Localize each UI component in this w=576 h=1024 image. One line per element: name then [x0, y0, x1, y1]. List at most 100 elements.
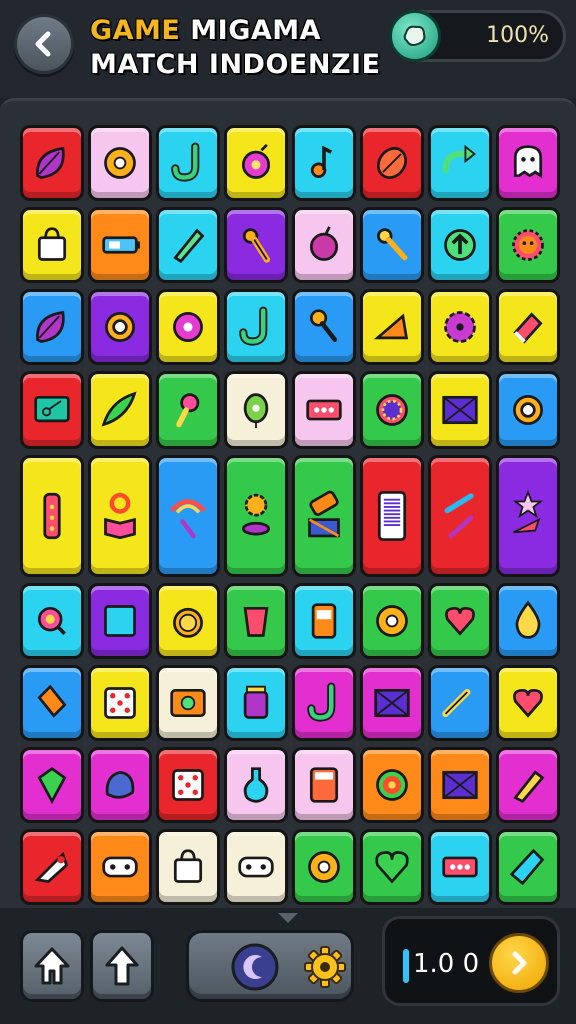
tile[interactable]	[496, 747, 560, 823]
next-button[interactable]	[489, 933, 549, 993]
shuffle-button[interactable]	[229, 941, 281, 993]
tile[interactable]	[496, 455, 560, 577]
gear-icon	[304, 946, 346, 988]
dice-icon	[104, 687, 136, 719]
tile[interactable]	[496, 125, 560, 201]
tile[interactable]	[156, 665, 220, 741]
tile[interactable]	[360, 665, 424, 741]
rainbow-icon	[170, 499, 206, 539]
tile[interactable]	[428, 207, 492, 283]
tile[interactable]	[292, 583, 356, 659]
tile[interactable]	[360, 289, 424, 365]
seed-icon	[376, 147, 408, 179]
tile[interactable]	[224, 829, 288, 905]
apple-icon	[309, 226, 339, 261]
back-button[interactable]	[14, 14, 74, 74]
tile[interactable]	[224, 747, 288, 823]
tile[interactable]	[156, 455, 220, 577]
tile[interactable]	[428, 455, 492, 577]
tile[interactable]	[20, 207, 84, 283]
tape-icon	[442, 856, 478, 878]
tile[interactable]	[156, 583, 220, 659]
tile[interactable]	[20, 371, 84, 449]
tile[interactable]	[292, 289, 356, 365]
coin-icon	[389, 10, 441, 62]
tile[interactable]	[20, 829, 84, 905]
envelope-icon	[442, 770, 478, 800]
up-button[interactable]	[90, 930, 154, 1002]
tile[interactable]	[88, 207, 152, 283]
pin-icon	[377, 228, 408, 261]
radio-icon	[311, 603, 337, 639]
note-icon	[310, 145, 333, 178]
brush-icon	[176, 393, 200, 428]
tile[interactable]	[224, 125, 288, 201]
ring-icon	[105, 312, 135, 342]
tile[interactable]	[428, 125, 492, 201]
tile[interactable]	[360, 125, 424, 201]
tile[interactable]	[224, 371, 288, 449]
tile[interactable]	[88, 371, 152, 449]
tile[interactable]	[360, 747, 424, 823]
tile[interactable]	[360, 371, 424, 449]
tile[interactable]	[224, 583, 288, 659]
tile[interactable]	[360, 583, 424, 659]
score-cursor	[403, 949, 409, 983]
tile[interactable]	[496, 289, 560, 365]
tile[interactable]	[224, 289, 288, 365]
tile[interactable]	[88, 455, 152, 577]
subtitle: MATCH INDOENZIE	[90, 49, 381, 80]
tile[interactable]	[292, 455, 356, 577]
tile[interactable]	[496, 583, 560, 659]
tile[interactable]	[20, 583, 84, 659]
tile[interactable]	[292, 125, 356, 201]
tile[interactable]	[88, 125, 152, 201]
jar-icon	[243, 685, 269, 719]
expand-caret-icon[interactable]	[278, 913, 298, 923]
tile[interactable]	[20, 747, 84, 823]
tile[interactable]	[20, 455, 84, 577]
tile[interactable]	[360, 829, 424, 905]
tile[interactable]	[156, 289, 220, 365]
tile[interactable]	[20, 125, 84, 201]
tile[interactable]	[88, 747, 152, 823]
tile[interactable]	[428, 829, 492, 905]
tile[interactable]	[224, 207, 288, 283]
tile[interactable]	[360, 207, 424, 283]
tile[interactable]	[20, 665, 84, 741]
tile[interactable]	[156, 125, 220, 201]
tile[interactable]	[156, 747, 220, 823]
tile[interactable]	[292, 207, 356, 283]
tile[interactable]	[428, 583, 492, 659]
tile[interactable]	[224, 455, 288, 577]
star-icon	[512, 489, 544, 534]
tile[interactable]	[156, 371, 220, 449]
tile[interactable]	[360, 455, 424, 577]
tile[interactable]	[428, 665, 492, 741]
box-icon	[373, 313, 409, 340]
home-button[interactable]	[20, 930, 84, 1002]
tile[interactable]	[428, 371, 492, 449]
tile[interactable]	[428, 289, 492, 365]
tile[interactable]	[88, 665, 152, 741]
tile[interactable]	[292, 371, 356, 449]
tile[interactable]	[88, 583, 152, 659]
tile[interactable]	[292, 829, 356, 905]
tile[interactable]	[428, 747, 492, 823]
tile[interactable]	[156, 207, 220, 283]
tile[interactable]	[88, 289, 152, 365]
heart-bubble-icon	[513, 688, 543, 718]
tile[interactable]	[292, 665, 356, 741]
heart-icon	[375, 851, 409, 884]
tile[interactable]	[20, 289, 84, 365]
tile[interactable]	[156, 829, 220, 905]
tile[interactable]	[224, 665, 288, 741]
tile[interactable]	[496, 829, 560, 905]
tile[interactable]	[292, 747, 356, 823]
tile[interactable]	[496, 665, 560, 741]
flask-icon	[243, 767, 269, 803]
tile[interactable]	[88, 829, 152, 905]
tile[interactable]	[496, 371, 560, 449]
tile[interactable]	[496, 207, 560, 283]
settings-button[interactable]	[301, 943, 349, 991]
